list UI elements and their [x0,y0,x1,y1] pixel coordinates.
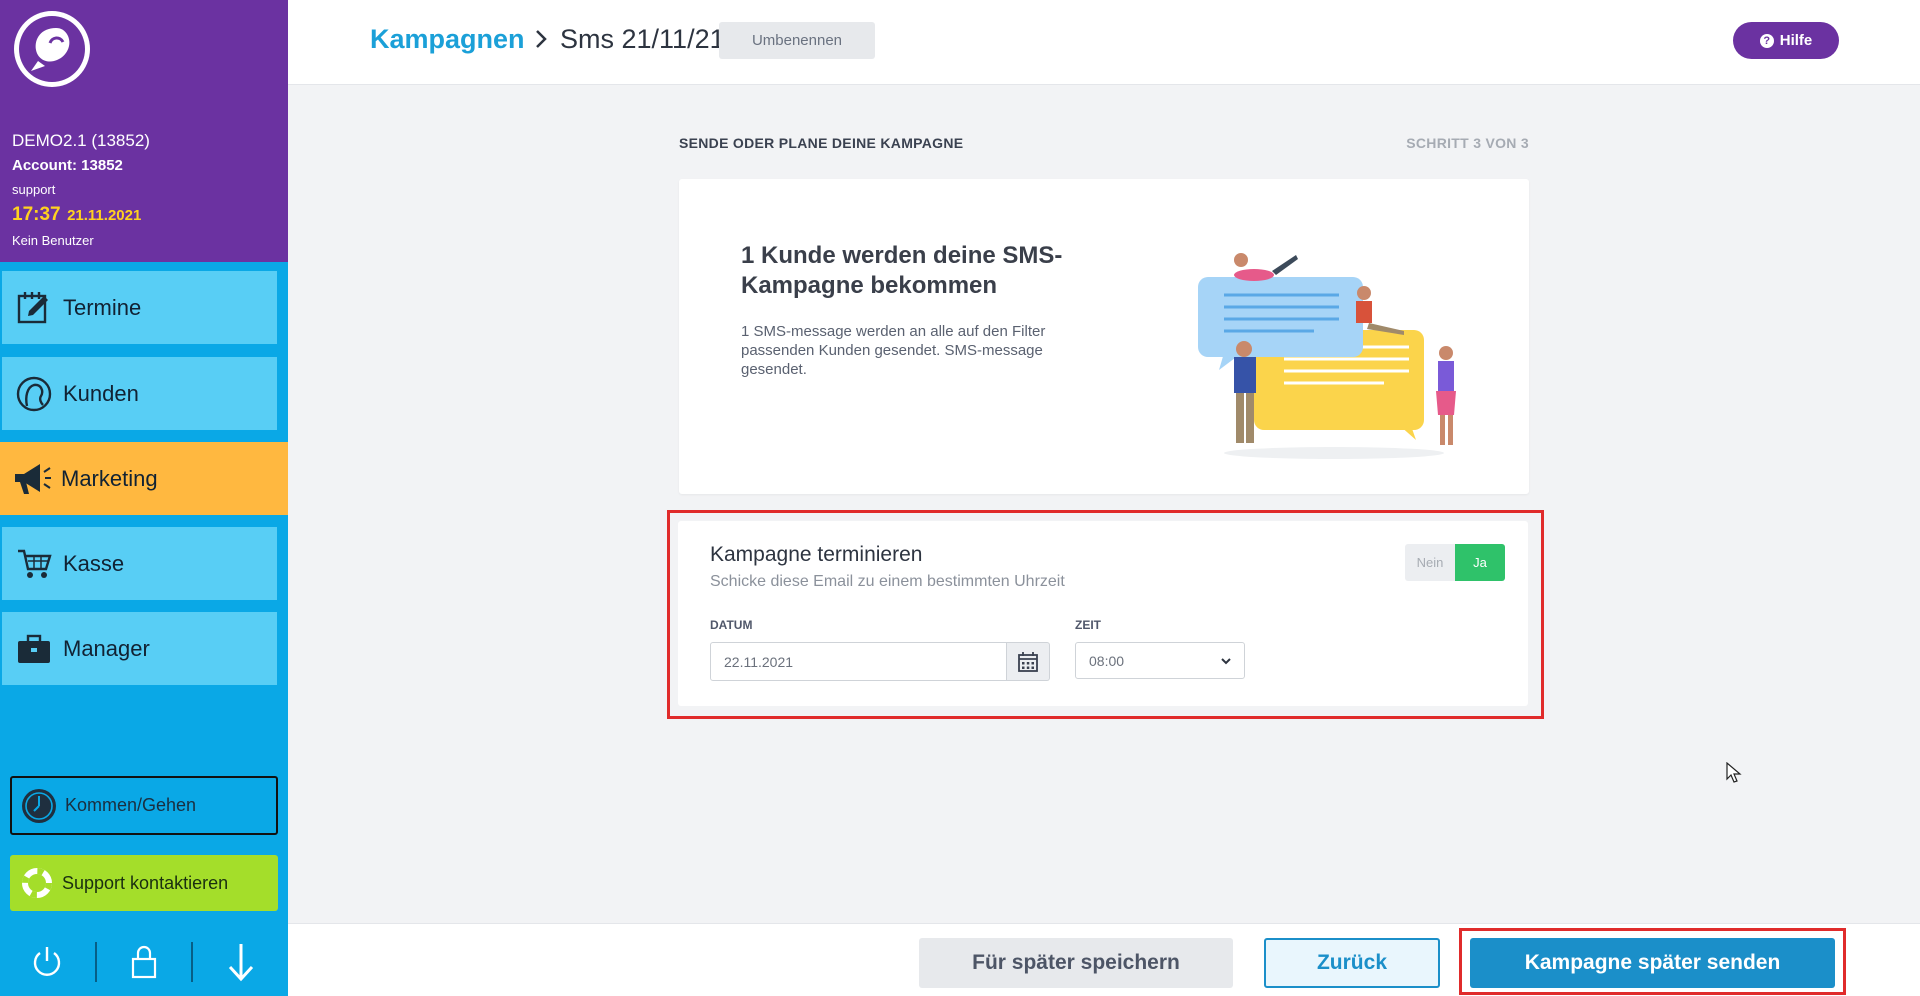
sidebar: DEMO2.1 (13852) Account: 13852 support 1… [0,0,288,996]
sidebar-item-label: Manager [63,635,150,661]
lifebuoy-icon [22,868,52,898]
save-for-later-button[interactable]: Für später speichern [919,938,1233,988]
back-button[interactable]: Zurück [1264,938,1440,988]
user-status: Kein Benutzer [12,233,94,248]
kommen-gehen-button[interactable]: Kommen/Gehen [10,776,278,835]
sidebar-item-label: Kunden [63,380,139,406]
clock-date: 21.11.2021 [67,207,142,224]
lock-icon [131,945,157,979]
sidebar-item-label: Kasse [63,550,125,576]
schedule-title: Kampagne terminieren [710,543,923,566]
recipient-summary-text: 1 SMS-message werden an alle auf den Fil… [741,323,1046,378]
recipient-summary-card: 1 Kunde werden deine SMS-Kampagne bekomm… [679,179,1529,494]
clock: 17:37 21.11.2021 [12,204,141,226]
chevron-right-icon [534,27,548,56]
bottom-action-bar: Für später speichern Zurück Kampagne spä… [288,923,1920,996]
schedule-toggle[interactable]: Nein Ja [1405,544,1505,581]
help-button[interactable]: ? Hilfe [1733,22,1839,59]
brand-logo-icon [19,16,85,82]
megaphone-icon [9,456,55,502]
clock-icon [22,788,56,823]
support-button[interactable]: Support kontaktieren [10,855,278,911]
sidebar-item-label: Marketing [61,465,158,491]
briefcase-icon [11,626,57,672]
time-select-value: 08:00 [1089,652,1125,669]
support-label: Support kontaktieren [62,872,229,893]
toggle-option-ja[interactable]: Ja [1455,544,1505,581]
top-bar: Kampagnen Sms 21/11/21 Umbenennen ? Hilf… [288,0,1920,85]
shopping-cart-icon [11,541,57,587]
account-name: DEMO2.1 (13852) [12,131,150,150]
mouse-cursor-icon [1726,762,1742,783]
sidebar-item-label: Termine [63,294,142,320]
sidebar-item-termine[interactable]: Termine [2,271,277,344]
download-button[interactable] [193,928,288,996]
clock-time: 17:37 [12,204,61,225]
power-icon [34,947,61,976]
brand-logo[interactable] [14,11,90,87]
account-role: support [12,182,56,197]
toggle-option-nein[interactable]: Nein [1405,544,1455,581]
date-input[interactable]: 22.11.2021 [710,642,1007,681]
rename-button[interactable]: Umbenennen [719,22,875,59]
section-title: SENDE ODER PLANE DEINE KAMPAGNE [679,135,964,151]
breadcrumb-kampagnen-link[interactable]: Kampagnen [370,24,525,55]
help-label: Hilfe [1779,32,1813,49]
time-label: ZEIT [1075,618,1101,632]
arrow-down-icon [228,944,253,982]
sidebar-header: DEMO2.1 (13852) Account: 13852 support 1… [0,0,288,262]
date-label: DATUM [710,618,753,632]
power-button[interactable] [0,928,95,996]
schedule-subtitle: Schicke diese Email zu einem bestimmten … [710,573,1065,590]
calendar-icon [1018,651,1038,672]
customer-head-icon [11,371,57,417]
chevron-down-icon [1221,658,1231,665]
date-picker-button[interactable] [1007,642,1050,681]
step-indicator: SCHRITT 3 VON 3 [1406,135,1529,151]
question-icon: ? [1759,33,1774,48]
sidebar-item-marketing[interactable]: Marketing [0,442,288,515]
sidebar-item-kasse[interactable]: Kasse [2,527,277,600]
lock-button[interactable] [97,928,192,996]
chat-illustration-icon [1198,253,1456,459]
account-number: Account: 13852 [12,157,123,174]
calendar-edit-icon [11,285,57,331]
sidebar-footer [0,928,288,996]
sidebar-item-manager[interactable]: Manager [2,612,277,685]
breadcrumb-current: Sms 21/11/21 [560,24,725,54]
recipient-summary-heading: 1 Kunde werden deine SMS-Kampagne bekomm… [741,242,1063,299]
schedule-campaign-card: Kampagne terminieren Schicke diese Email… [678,521,1528,706]
kommen-gehen-label: Kommen/Gehen [65,795,197,815]
sidebar-item-kunden[interactable]: Kunden [2,357,277,430]
send-later-button[interactable]: Kampagne später senden [1470,938,1835,988]
time-select[interactable]: 08:00 [1075,642,1245,679]
